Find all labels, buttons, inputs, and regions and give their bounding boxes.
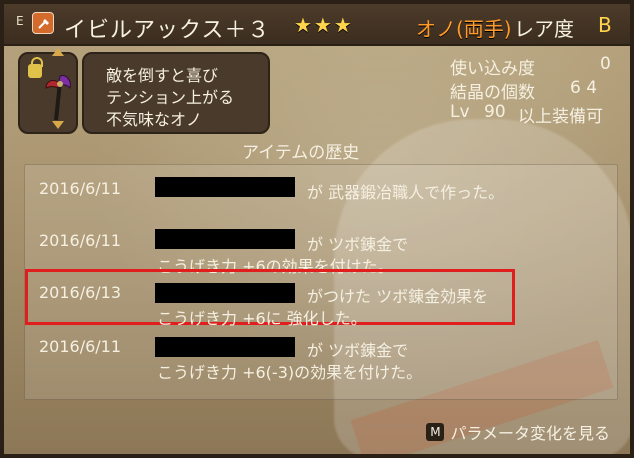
scroll-up-arrow-icon[interactable] bbox=[52, 48, 64, 56]
item-stats: 使い込み度 0 結晶の個数 6 4 Lv 90 以上装備可 bbox=[450, 52, 620, 134]
title-bar: E イビルアックス＋３ ★★★ オノ(両手) レア度 B bbox=[4, 4, 630, 46]
item-icon-box bbox=[18, 52, 78, 134]
history-entry-4-line-1: が ツボ錬金で bbox=[307, 341, 409, 360]
redacted-name-1 bbox=[155, 177, 295, 197]
history-entry-1-line-1: が 武器鍛冶職人で作った。 bbox=[307, 183, 505, 202]
item-name: イビルアックス＋３ bbox=[64, 18, 271, 43]
item-description: 敵を倒すと喜び テンション上がる 不気味なオノ bbox=[82, 52, 270, 134]
description-line-3: 不気味なオノ bbox=[106, 110, 203, 129]
history-entry-2-line-1: が ツボ錬金で bbox=[307, 235, 409, 254]
history-entry-1-date: 2016/6/11 bbox=[39, 179, 122, 198]
crystals-value: 6 4 bbox=[570, 78, 598, 98]
history-title: アイテムの歴史 bbox=[242, 143, 360, 163]
usage-label: 使い込み度 bbox=[450, 59, 535, 79]
history-entry-3-date: 2016/6/13 bbox=[39, 283, 122, 302]
parameter-change-hint[interactable]: M パラメータ変化を見る bbox=[426, 422, 610, 443]
usage-value: 0 bbox=[600, 54, 611, 74]
description-line-1: 敵を倒すと喜び bbox=[106, 66, 219, 85]
history-entry-2-date: 2016/6/11 bbox=[39, 231, 122, 250]
history-list[interactable]: 2016/6/11 が 武器鍛冶職人で作った。 2016/6/11 が ツボ錬金… bbox=[24, 164, 618, 400]
rarity-value: B bbox=[598, 13, 612, 37]
history-entry-3-line-1: がつけた ツボ錬金効果を bbox=[307, 287, 489, 306]
level-label: Lv bbox=[450, 102, 470, 122]
parameter-change-label: パラメータ変化を見る bbox=[450, 424, 610, 443]
rarity-stars: ★★★ bbox=[294, 13, 354, 37]
crystals-label: 結晶の個数 bbox=[450, 83, 535, 103]
evil-axe-icon bbox=[45, 75, 71, 121]
swordsmith-badge-icon bbox=[32, 12, 54, 34]
redacted-name-4 bbox=[155, 337, 295, 357]
item-detail-window: E イビルアックス＋３ ★★★ オノ(両手) レア度 B 敵を倒すと喜び テンシ… bbox=[0, 0, 634, 458]
hammer-icon bbox=[38, 19, 49, 29]
equip-prefix: E bbox=[16, 14, 24, 28]
redacted-name-3 bbox=[155, 283, 295, 303]
history-entry-4-date: 2016/6/11 bbox=[39, 337, 122, 356]
description-line-2: テンション上がる bbox=[106, 88, 235, 107]
m-key-icon: M bbox=[426, 423, 445, 441]
level-value: 90 bbox=[484, 102, 506, 122]
history-entry-4-line-2: こうげき力 +6(-3)の効果を付けた。 bbox=[157, 363, 423, 382]
level-suffix: 以上装備可 bbox=[518, 107, 603, 127]
scroll-down-arrow-icon[interactable] bbox=[52, 121, 64, 129]
weapon-type: オノ(両手) bbox=[416, 17, 512, 41]
redacted-name-2 bbox=[155, 229, 295, 249]
history-entry-3-line-2: こうげき力 +6に 強化した。 bbox=[157, 309, 367, 328]
rarity-label: レア度 bbox=[514, 17, 574, 41]
